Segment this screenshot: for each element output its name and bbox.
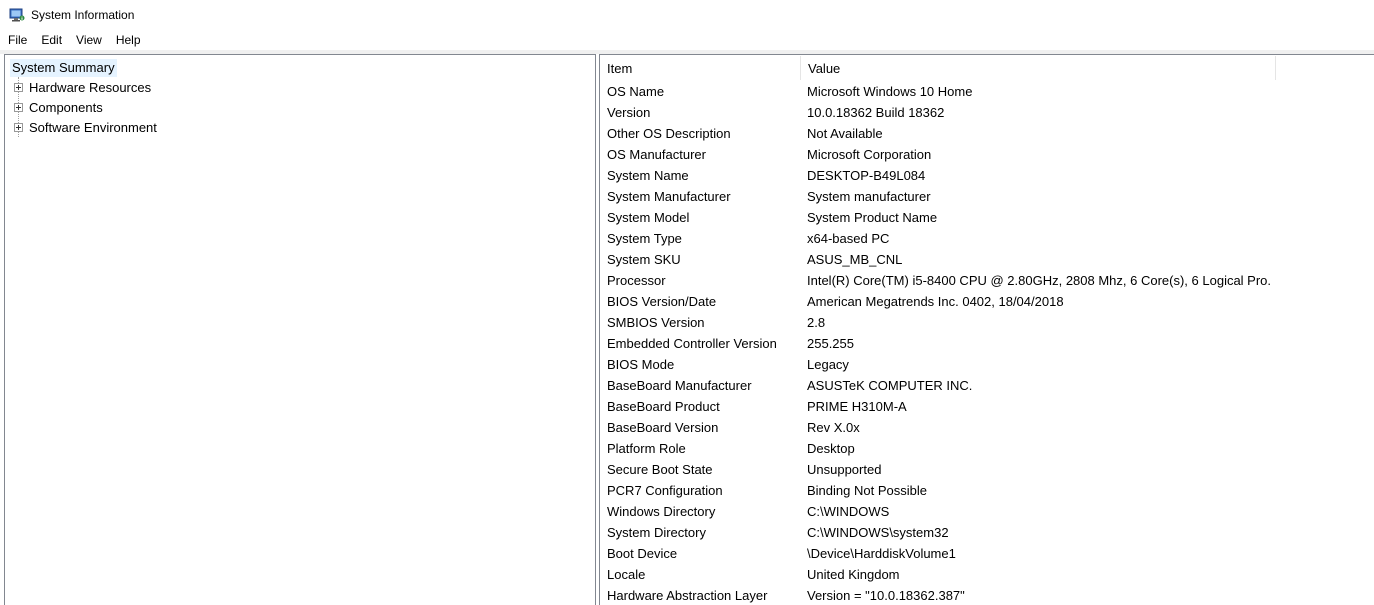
cell-value: C:\WINDOWS\system32 [807, 525, 949, 540]
table-row[interactable]: System Manufacturer System manufacturer [600, 186, 1374, 207]
expand-plus-icon[interactable] [14, 82, 23, 92]
table-row[interactable]: OS Manufacturer Microsoft Corporation [600, 144, 1374, 165]
window-title: System Information [31, 8, 135, 22]
cell-item: BaseBoard Version [607, 420, 719, 435]
table-row[interactable]: Version 10.0.18362 Build 18362 [600, 102, 1374, 123]
list-header: Item Value [600, 55, 1374, 81]
cell-item: Boot Device [607, 546, 678, 561]
table-row[interactable]: Hardware Abstraction Layer Version = "10.… [600, 585, 1374, 605]
table-row[interactable]: OS Name Microsoft Windows 10 Home [600, 81, 1374, 102]
table-row[interactable]: System Model System Product Name [600, 207, 1374, 228]
cell-value: Unsupported [807, 462, 882, 477]
cell-value: Microsoft Windows 10 Home [807, 84, 973, 99]
cell-value: Binding Not Possible [807, 483, 927, 498]
cell-value: 2.8 [807, 315, 826, 330]
cell-item: System Manufacturer [607, 189, 731, 204]
table-row[interactable]: BaseBoard Product PRIME H310M-A [600, 396, 1374, 417]
cell-item: Version [607, 105, 651, 120]
table-row[interactable]: PCR7 Configuration Binding Not Possible [600, 480, 1374, 501]
cell-item: Hardware Abstraction Layer [607, 588, 768, 603]
menu-edit[interactable]: Edit [34, 30, 69, 50]
cell-value: Legacy [807, 357, 849, 372]
table-row[interactable]: Windows Directory C:\WINDOWS [600, 501, 1374, 522]
cell-item: Windows Directory [607, 504, 716, 519]
table-row[interactable]: Processor Intel(R) Core(TM) i5-8400 CPU @… [600, 270, 1374, 291]
cell-value: 10.0.18362 Build 18362 [807, 105, 945, 120]
column-header-item[interactable]: Item [600, 56, 801, 80]
menu-view[interactable]: View [69, 30, 109, 50]
cell-item: PCR7 Configuration [607, 483, 723, 498]
cell-value: Desktop [807, 441, 855, 456]
cell-value: 255.255 [807, 336, 854, 351]
menu-bar: File Edit View Help [0, 30, 1374, 50]
cell-value: Not Available [807, 126, 883, 141]
cell-value: Version = "10.0.18362.387" [807, 588, 965, 603]
cell-item: OS Name [607, 84, 665, 99]
tree-item-system-summary[interactable]: System Summary [10, 59, 117, 77]
table-row[interactable]: SMBIOS Version 2.8 [600, 312, 1374, 333]
cell-value: Rev X.0x [807, 420, 860, 435]
table-row[interactable]: BaseBoard Manufacturer ASUSTeK COMPUTER I… [600, 375, 1374, 396]
cell-item: Locale [607, 567, 646, 582]
cell-value: ASUS_MB_CNL [807, 252, 903, 267]
cell-item: BaseBoard Product [607, 399, 720, 414]
cell-value: System Product Name [807, 210, 938, 225]
table-row[interactable]: System Directory C:\WINDOWS\system32 [600, 522, 1374, 543]
cell-value: C:\WINDOWS [807, 504, 890, 519]
table-row[interactable]: Locale United Kingdom [600, 564, 1374, 585]
table-row[interactable]: Boot Device \Device\HarddiskVolume1 [600, 543, 1374, 564]
table-row[interactable]: BIOS Version/Date American Megatrends Inc… [600, 291, 1374, 312]
cell-value: ASUSTeK COMPUTER INC. [807, 378, 973, 393]
table-row[interactable]: Secure Boot State Unsupported [600, 459, 1374, 480]
cell-item: System Type [607, 231, 682, 246]
cell-value: Microsoft Corporation [807, 147, 932, 162]
cell-value: Intel(R) Core(TM) i5-8400 CPU @ 2.80GHz,… [807, 273, 1271, 288]
cell-item: Other OS Description [607, 126, 731, 141]
category-tree[interactable]: System Summary Hardware Resources Compon… [4, 54, 596, 605]
cell-value: American Megatrends Inc. 0402, 18/04/201… [807, 294, 1064, 309]
system-information-icon [9, 7, 25, 23]
column-header-value[interactable]: Value [801, 56, 1276, 80]
cell-item: BIOS Version/Date [607, 294, 717, 309]
details-list[interactable]: Item Value OS Name Microsoft Windows 10 H… [599, 54, 1374, 605]
cell-item: System Directory [607, 525, 706, 540]
cell-item: SMBIOS Version [607, 315, 705, 330]
title-bar[interactable]: System Information [0, 0, 1374, 30]
cell-value: System manufacturer [807, 189, 931, 204]
cell-value: United Kingdom [807, 567, 900, 582]
cell-item: BaseBoard Manufacturer [607, 378, 752, 393]
expand-plus-icon[interactable] [14, 122, 23, 132]
cell-item: System SKU [607, 252, 681, 267]
list-rows: OS Name Microsoft Windows 10 Home Version 1… [600, 81, 1374, 605]
table-row[interactable]: System SKU ASUS_MB_CNL [600, 249, 1374, 270]
tree-item-label: Hardware Resources [29, 79, 152, 95]
cell-item: Secure Boot State [607, 462, 713, 477]
cell-value: DESKTOP-B49L084 [807, 168, 926, 183]
tree-item-software-environment[interactable]: Software Environment [14, 117, 157, 137]
cell-item: BIOS Mode [607, 357, 675, 372]
cell-value: \Device\HarddiskVolume1 [807, 546, 956, 561]
cell-value: PRIME H310M-A [807, 399, 907, 414]
table-row[interactable]: BIOS Mode Legacy [600, 354, 1374, 375]
table-row[interactable]: BaseBoard Version Rev X.0x [600, 417, 1374, 438]
cell-item: Platform Role [607, 441, 686, 456]
tree-item-components[interactable]: Components [14, 97, 103, 117]
cell-item: System Model [607, 210, 690, 225]
tree-item-hardware-resources[interactable]: Hardware Resources [14, 77, 151, 97]
cell-item: Processor [607, 273, 666, 288]
table-row[interactable]: Other OS Description Not Available [600, 123, 1374, 144]
table-row[interactable]: Embedded Controller Version 255.255 [600, 333, 1374, 354]
expand-plus-icon[interactable] [14, 102, 23, 112]
cell-item: System Name [607, 168, 689, 183]
table-row[interactable]: System Type x64-based PC [600, 228, 1374, 249]
cell-item: Embedded Controller Version [607, 336, 777, 351]
tree-item-label: Software Environment [29, 119, 157, 135]
cell-value: x64-based PC [807, 231, 890, 246]
menu-help[interactable]: Help [109, 30, 148, 50]
table-row[interactable]: System Name DESKTOP-B49L084 [600, 165, 1374, 186]
cell-item: OS Manufacturer [607, 147, 706, 162]
tree-item-label: Components [29, 99, 103, 115]
table-row[interactable]: Platform Role Desktop [600, 438, 1374, 459]
menu-file[interactable]: File [1, 30, 34, 50]
